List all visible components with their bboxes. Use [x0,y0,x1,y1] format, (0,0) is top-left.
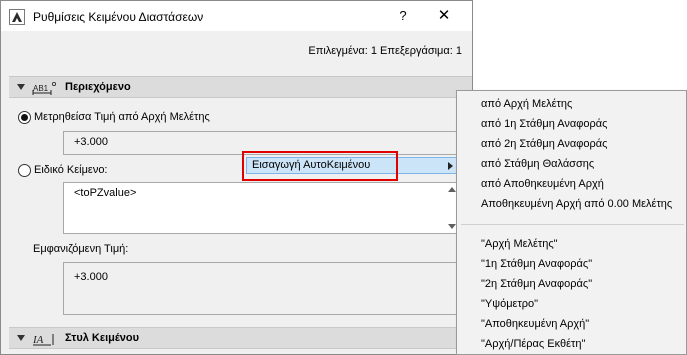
svg-text:IA: IA [32,334,44,346]
scroll-down-icon[interactable] [448,224,456,229]
custom-text-label: Ειδικό Κείμενο: [34,164,108,176]
menu-item-from-reference-level-1[interactable]: από 1η Στάθμη Αναφοράς [481,118,607,130]
menu-item-label-reference-level-1[interactable]: "1η Στάθμη Αναφοράς" [481,258,592,270]
autotext-submenu: από Αρχή Μελέτης από 1η Στάθμη Αναφοράς … [456,90,687,355]
menu-item-label-elevation[interactable]: "Υψόμετρο" [481,298,538,310]
measured-value-field: +3.000 [63,131,459,155]
menu-item-stored-origin-from-zero[interactable]: Αποθηκευμένη Αρχή από 0.00 Μελέτης [481,198,672,210]
app-icon [9,9,25,25]
text-style-section-title: Στυλ Κειμένου [65,332,140,344]
displayed-value-field: +3.000 [63,262,459,315]
svg-text:AB1: AB1 [33,84,49,93]
submenu-arrow-icon [448,162,453,170]
help-button[interactable]: ? [389,6,417,26]
dimension-text-settings-dialog: Ρυθμίσεις Κειμένου Διαστάσεων ? ✕ Επιλεγ… [0,0,473,355]
menu-item-from-sea-level[interactable]: από Στάθμη Θαλάσσης [481,158,594,170]
menu-separator [461,224,684,225]
menu-item-label-start-end-exponent[interactable]: "Αρχή/Πέρας Εκθέτη" [481,338,585,350]
menu-item-label-reference-level-2[interactable]: "2η Στάθμη Αναφοράς" [481,278,592,290]
insert-autotext-button[interactable]: Εισαγωγή ΑυτοΚειμένου [246,157,459,174]
insert-autotext-label: Εισαγωγή ΑυτοΚειμένου [252,159,371,171]
measured-value-radio[interactable] [18,111,31,124]
close-button[interactable]: ✕ [429,6,459,26]
window-title: Ρυθμίσεις Κειμένου Διαστάσεων [33,10,204,24]
custom-text-value: <toPZvalue> [74,187,137,199]
measured-value-label: Μετρηθείσα Τιμή από Αρχή Μελέτης [34,111,210,123]
custom-text-radio[interactable] [18,164,31,177]
title-bar: Ρυθμίσεις Κειμένου Διαστάσεων ? ✕ [1,1,472,31]
measured-value-text: +3.000 [74,136,108,148]
displayed-value-label: Εμφανιζόμενη Τιμή: [33,243,129,255]
custom-text-input[interactable]: <toPZvalue> [63,182,459,234]
dimension-text-icon: AB1 [31,80,61,99]
chevron-down-icon [17,335,25,341]
text-style-icon: IA [31,331,61,350]
menu-item-from-reference-level-2[interactable]: από 2η Στάθμη Αναφοράς [481,138,607,150]
chevron-down-icon [17,84,25,90]
menu-item-from-project-zero[interactable]: από Αρχή Μελέτης [481,98,572,110]
content-section-header[interactable]: AB1 Περιεχόμενο [9,76,472,99]
selection-info: Επιλεγμένα: 1 Επεξεργάσιμα: 1 [308,45,462,57]
displayed-value-text: +3.000 [74,271,108,283]
text-style-section-header[interactable]: IA Στυλ Κειμένου [9,327,472,350]
menu-item-from-stored-origin[interactable]: από Αποθηκευμένη Αρχή [481,178,604,190]
menu-item-label-project-zero[interactable]: "Αρχή Μελέτης" [481,238,558,250]
scroll-up-icon[interactable] [448,187,456,192]
content-section-title: Περιεχόμενο [65,81,131,93]
menu-item-label-stored-origin[interactable]: "Αποθηκευμένη Αρχή" [481,318,589,330]
